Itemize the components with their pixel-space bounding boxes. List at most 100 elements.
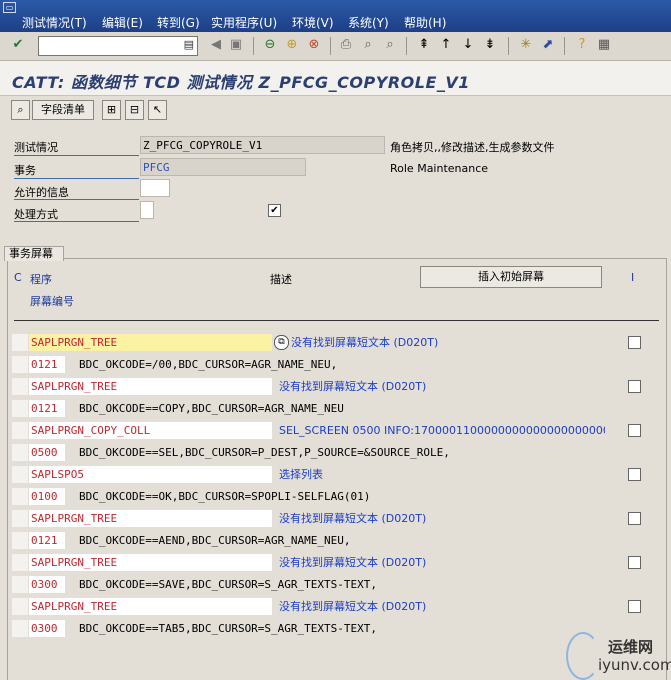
menu-goto[interactable]: 转到(G) (157, 14, 200, 31)
row-selector[interactable] (12, 334, 28, 351)
menu-test-case[interactable]: 测试情况(T) (22, 14, 87, 31)
exit-icon[interactable]: ⊕ (284, 37, 300, 53)
back-icon[interactable]: ◀ (208, 37, 224, 53)
row-selector[interactable] (12, 532, 28, 549)
screen-description: 选择列表 (279, 468, 323, 481)
menu-utilities[interactable]: 实用程序(U) (211, 14, 277, 31)
row-checkbox[interactable] (628, 468, 641, 481)
screen-description: 没有找到屏幕短文本 (D020T) (279, 380, 427, 393)
program-field[interactable]: SAPLPRGN_TREE (29, 378, 272, 395)
screen-description: 没有找到屏幕短文本 (D020T) (291, 336, 439, 349)
select-icon[interactable]: ↖ (148, 100, 167, 120)
insert-row-icon[interactable]: ⊞ (102, 100, 121, 120)
field-values: BDC_OKCODE==COPY,BDC_CURSOR=AGR_NAME_NEU (79, 402, 344, 415)
standard-toolbar: ✔ ▤ ◀ ▣ ⊖ ⊕ ⊗ ⎙ ⌕ ⌕ ⇞ ↑ ↓ ⇟ ✳ ⬈ ? ▦ (0, 32, 671, 61)
screen-title-bar: CATT: 函数细节 TCD 测试情况 Z_PFCG_COPYROLE_V1 (0, 61, 671, 96)
program-field[interactable]: SAPLPRGN_TREE (29, 334, 272, 351)
system-menu-icon[interactable]: ▭ (3, 2, 16, 13)
test-case-description: 角色拷贝,,修改描述,生成参数文件 (390, 141, 555, 154)
toolbar-separator (508, 37, 509, 55)
screen-number-field[interactable]: 0500 (29, 444, 65, 461)
screen-number-field[interactable]: 0121 (29, 400, 65, 417)
screen-number-field[interactable]: 0121 (29, 532, 65, 549)
shortcut-icon[interactable]: ⬈ (540, 37, 556, 53)
row-checkbox[interactable] (628, 512, 641, 525)
row-selector[interactable] (12, 400, 28, 417)
application-toolbar: ⌕ 字段清单 ⊞ ⊟ ↖ (0, 96, 671, 124)
delete-row-icon[interactable]: ⊟ (125, 100, 144, 120)
program-field[interactable]: SAPLPRGN_TREE (29, 598, 272, 615)
find-icon[interactable]: ⌕ (360, 37, 376, 53)
row-checkbox[interactable] (628, 424, 641, 437)
command-field[interactable]: ▤ (38, 36, 198, 56)
back-green-icon[interactable]: ⊖ (262, 37, 278, 53)
row-selector[interactable] (12, 576, 28, 593)
row-selector[interactable] (12, 510, 28, 527)
row-selector[interactable] (12, 554, 28, 571)
screen-number-field[interactable]: 0100 (29, 488, 65, 505)
row-checkbox[interactable] (628, 336, 641, 349)
row-selector[interactable] (12, 356, 28, 373)
enter-icon[interactable]: ✔ (10, 37, 26, 53)
toolbar-separator (564, 37, 565, 55)
row-checkbox[interactable] (628, 556, 641, 569)
program-field[interactable]: SAPLSPO5 (29, 466, 272, 483)
print-icon[interactable]: ⎙ (338, 37, 354, 53)
label-underline (14, 178, 139, 179)
find-next-icon[interactable]: ⌕ (382, 37, 398, 53)
test-case-field[interactable]: Z_PFCG_COPYROLE_V1 (140, 136, 385, 154)
row-checkbox[interactable] (628, 600, 641, 613)
page-title: CATT: 函数细节 TCD 测试情况 Z_PFCG_COPYROLE_V1 (12, 73, 470, 92)
row-selector[interactable] (12, 422, 28, 439)
row-selector[interactable] (12, 444, 28, 461)
screen-number-field[interactable]: 0300 (29, 576, 65, 593)
processing-checkbox[interactable]: ✔ (268, 204, 281, 217)
menu-system[interactable]: 系统(Y) (348, 14, 389, 31)
first-page-icon[interactable]: ⇞ (416, 37, 432, 53)
menu-edit[interactable]: 编辑(E) (102, 14, 143, 31)
header-divider (14, 320, 659, 321)
prev-page-icon[interactable]: ↑ (438, 37, 454, 53)
screen-number-field[interactable]: 0121 (29, 356, 65, 373)
row-selector[interactable] (12, 466, 28, 483)
program-field[interactable]: SAPLPRGN_COPY_COLL (29, 422, 272, 439)
help-icon[interactable]: ? (574, 37, 590, 53)
toolbar-separator (406, 37, 407, 55)
watermark-text: 运维网 (608, 638, 654, 656)
program-field[interactable]: SAPLPRGN_TREE (29, 554, 272, 571)
next-page-icon[interactable]: ↓ (460, 37, 476, 53)
menu-help[interactable]: 帮助(H) (404, 14, 446, 31)
row-selector[interactable] (12, 488, 28, 505)
row-selector[interactable] (12, 598, 28, 615)
screen-number-field[interactable]: 0300 (29, 620, 65, 637)
group-title: 事务屏幕 (4, 246, 64, 261)
program-field[interactable]: SAPLPRGN_TREE (29, 510, 272, 527)
screen-description: 没有找到屏幕短文本 (D020T) (279, 600, 427, 613)
transaction-label: 事务 (14, 164, 36, 177)
processing-mode-field[interactable] (140, 201, 154, 219)
cancel-icon[interactable]: ⊗ (306, 37, 322, 53)
last-page-icon[interactable]: ⇟ (482, 37, 498, 53)
field-list-button[interactable]: 字段清单 (32, 100, 94, 120)
row-selector[interactable] (12, 378, 28, 395)
column-header-description: 描述 (270, 273, 292, 286)
display-icon[interactable]: ⌕ (11, 100, 30, 120)
value-help-icon[interactable]: ⧉ (274, 335, 289, 350)
column-header-screen-number: 屏幕编号 (30, 295, 74, 308)
layout-icon[interactable]: ▦ (596, 37, 612, 53)
menu-environment[interactable]: 环境(V) (292, 14, 334, 31)
save-icon[interactable]: ▣ (228, 37, 244, 53)
toolbar-separator (330, 37, 331, 55)
field-values: BDC_OKCODE==TAB5,BDC_CURSOR=S_AGR_TEXTS-… (79, 622, 378, 635)
row-checkbox[interactable] (628, 380, 641, 393)
test-case-label: 测试情况 (14, 141, 58, 154)
row-selector[interactable] (12, 620, 28, 637)
dropdown-icon[interactable]: ▤ (184, 38, 194, 51)
column-header-i: I (631, 271, 635, 284)
insert-initial-screen-button[interactable]: 插入初始屏幕 (420, 266, 602, 288)
allowed-messages-label: 允许的信息 (14, 186, 69, 199)
new-session-icon[interactable]: ✳ (518, 37, 534, 53)
screen-description: SEL_SCREEN 0500 INFO:1700001100000000000… (279, 424, 605, 437)
transaction-field[interactable]: PFCG (140, 158, 306, 176)
allowed-messages-field[interactable] (140, 179, 170, 197)
